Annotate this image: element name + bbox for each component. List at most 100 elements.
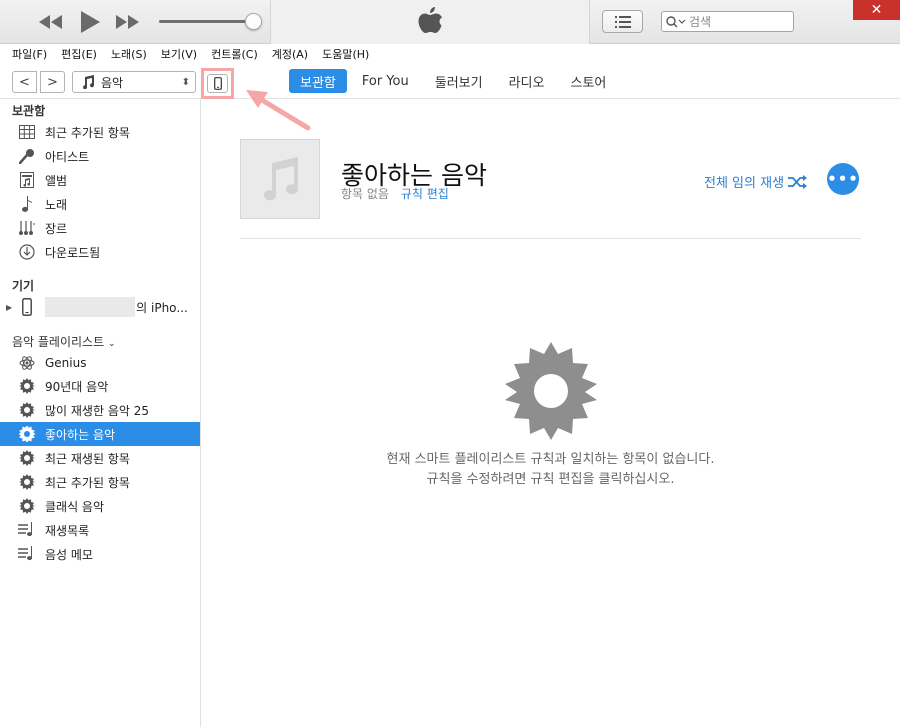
sidebar-item-recently-added-playlist[interactable]: 최근 추가된 항목 [0, 470, 200, 494]
volume-slider[interactable] [159, 20, 255, 23]
sidebar-item-classical[interactable]: 클래식 음악 [0, 494, 200, 518]
sidebar-item-label: 최근 추가된 항목 [45, 475, 130, 490]
sidebar-item-label: 최근 추가된 항목 [45, 125, 130, 140]
edit-rules-link[interactable]: 규칙 편집 [401, 187, 449, 201]
smart-gear-icon [18, 377, 36, 395]
sidebar-item-label: 최근 재생된 항목 [45, 451, 130, 466]
menu-song[interactable]: 노래(S) [104, 46, 154, 62]
device-name: 의 iPho... [136, 300, 188, 315]
sidebar-item-label: 장르 [45, 221, 68, 236]
download-icon [18, 243, 36, 261]
menu-edit[interactable]: 편집(E) [54, 46, 104, 62]
microphone-icon [18, 147, 36, 165]
fast-forward-icon [116, 15, 139, 29]
chevron-down-icon: ⌄ [107, 339, 116, 349]
menu-controls[interactable]: 컨트롤(C) [204, 46, 265, 62]
device-owner-redacted [45, 297, 136, 317]
search-input[interactable]: 검색 [661, 11, 794, 32]
play-button[interactable] [78, 9, 102, 35]
menu-bar: 파일(F) 편집(E) 노래(S) 보기(V) 컨트롤(C) 계정(A) 도움말… [0, 44, 900, 64]
sidebar-item-songs[interactable]: 노래 [0, 192, 200, 216]
sidebar-item-artists[interactable]: 아티스트 [0, 144, 200, 168]
more-button[interactable]: ••• [827, 163, 859, 195]
sidebar-item-playlist[interactable]: 재생목록 [0, 518, 200, 542]
sidebar-item-label: 다운로드됨 [45, 245, 101, 260]
genre-icon [18, 219, 36, 237]
smart-gear-icon [18, 425, 36, 443]
sidebar-item-top-25[interactable]: 많이 재생한 음악 25 [0, 398, 200, 422]
player-bar: 검색 ✕ [0, 0, 900, 44]
search-placeholder: 검색 [689, 15, 712, 29]
list-icon [614, 15, 631, 28]
sidebar-item-label: 아티스트 [45, 149, 90, 164]
sidebar-item-label: 90년대 음악 [45, 379, 109, 394]
rewind-icon [39, 15, 62, 29]
gear-icon [505, 342, 597, 440]
disclosure-triangle-icon[interactable]: ▶ [6, 303, 12, 312]
smart-gear-icon [18, 449, 36, 467]
tab-browse[interactable]: 둘러보기 [424, 69, 494, 93]
tab-store[interactable]: 스토어 [559, 69, 617, 93]
empty-message-line1: 현재 스마트 플레이리스트 규칙과 일치하는 항목이 없습니다. [386, 452, 715, 467]
music-note-icon [83, 75, 95, 89]
sidebar-item-label: 앨범 [45, 173, 68, 188]
tab-radio[interactable]: 라디오 [498, 69, 556, 93]
playlist-icon [18, 521, 36, 539]
navigation-row: < > 음악 ⬍ 보관함 For You 둘러보기 라디오 스토어 [0, 64, 900, 99]
menu-help[interactable]: 도움말(H) [315, 46, 376, 62]
music-note-icon [264, 157, 299, 201]
divider [240, 238, 861, 239]
playlists-title-label: 음악 플레이리스트 [12, 335, 105, 349]
iphone-icon [213, 77, 222, 90]
sidebar-item-recently-played[interactable]: 최근 재생된 항목 [0, 446, 200, 470]
sidebar-item-90s-music[interactable]: 90년대 음악 [0, 374, 200, 398]
apple-logo-icon [418, 7, 442, 33]
menu-account[interactable]: 계정(A) [265, 46, 315, 62]
smart-gear-icon [18, 473, 36, 491]
menu-file[interactable]: 파일(F) [5, 46, 54, 62]
sidebar-item-label: 재생목록 [45, 523, 90, 538]
sidebar-item-device[interactable]: ▶ 의 iPho... [0, 295, 200, 319]
smart-gear-icon [18, 401, 36, 419]
sidebar-item-downloaded[interactable]: 다운로드됨 [0, 240, 200, 264]
media-kind-select[interactable]: 음악 ⬍ [72, 71, 196, 93]
sidebar-item-genius[interactable]: Genius [0, 351, 200, 375]
note-icon [18, 195, 36, 213]
playlist-artwork [240, 139, 320, 219]
playlists-section-title[interactable]: 음악 플레이리스트 ⌄ [12, 333, 116, 350]
smart-gear-icon [18, 497, 36, 515]
device-button[interactable] [207, 74, 228, 93]
sidebar-item-genres[interactable]: 장르 [0, 216, 200, 240]
chevron-right-icon: > [47, 74, 58, 90]
sidebar-item-recently-added[interactable]: 최근 추가된 항목 [0, 120, 200, 144]
search-icon [666, 15, 686, 27]
sidebar-item-albums[interactable]: 앨범 [0, 168, 200, 192]
item-count: 항목 없음 [341, 187, 389, 201]
shuffle-icon [788, 174, 808, 189]
playlist-meta: 항목 없음 규칙 편집 [341, 185, 449, 202]
shuffle-all-button[interactable]: 전체 임의 재생 [704, 172, 808, 191]
up-next-button[interactable] [602, 10, 643, 33]
section-tabs: 보관함 For You 둘러보기 라디오 스토어 [289, 69, 617, 93]
close-icon: ✕ [870, 2, 883, 18]
previous-button[interactable] [37, 11, 65, 33]
sidebar: 보관함 최근 추가된 항목 아티스트 앨범 노래 장르 다운로드됨 기기 ▶ 의… [0, 99, 201, 727]
library-section-title: 보관함 [12, 104, 46, 118]
window-close-button[interactable]: ✕ [853, 0, 900, 20]
sidebar-item-label: Genius [45, 356, 87, 370]
back-button[interactable]: < [12, 71, 37, 93]
select-caret-icon: ⬍ [181, 76, 190, 88]
sidebar-item-voice-memos[interactable]: 음성 메모 [0, 542, 200, 566]
sidebar-item-favorites[interactable]: 좋아하는 음악 [0, 422, 200, 446]
status-display [270, 0, 590, 44]
next-button[interactable] [113, 11, 141, 33]
volume-knob[interactable] [245, 13, 262, 30]
tab-for-you[interactable]: For You [351, 69, 420, 93]
sidebar-item-label: 노래 [45, 197, 68, 212]
menu-view[interactable]: 보기(V) [154, 46, 204, 62]
forward-button[interactable]: > [40, 71, 65, 93]
grid-icon [18, 123, 36, 141]
main-content: 좋아하는 음악 항목 없음 규칙 편집 전체 임의 재생 ••• 현재 스마트 … [201, 99, 900, 727]
playlist-icon [18, 545, 36, 563]
album-icon [18, 171, 36, 189]
